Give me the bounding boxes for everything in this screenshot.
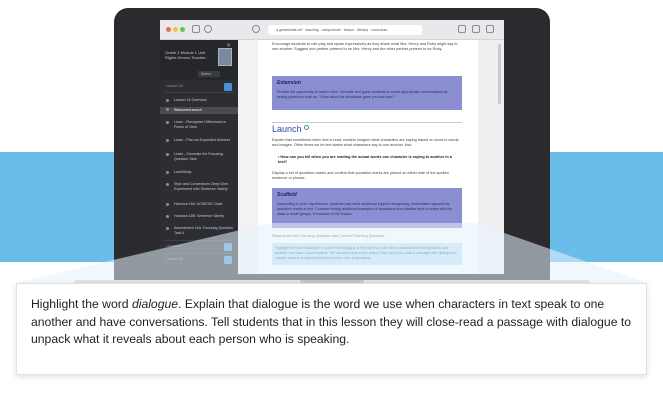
maximize-window-button[interactable] [180,27,185,32]
bullet-icon [166,203,169,206]
book-cover-thumbnail [218,48,232,66]
sidebar-item-learn-points-of-view[interactable]: Learn - Recognize Differences in Points … [160,120,238,129]
section-divider [272,122,462,123]
sidebar-item-label: Handout 16B: Sentence Variety [174,214,225,218]
scrollbar[interactable] [498,44,501,104]
sidebar-item-label: Learn - Generate the Focusing Question T… [174,152,223,161]
sidebar-item-assessment-16a[interactable]: Assessment 16A: Focusing Question Task 4 [160,226,238,235]
sidebar-item-label: Handout 16A: ACHIEVE Chart [174,202,223,206]
caption-text: Highlight the word dialogue. Explain tha… [31,296,632,349]
bullet-icon [166,183,169,186]
scaffold-heading: Scaffold [277,192,297,198]
shield-icon[interactable] [252,25,260,33]
divider [164,253,234,254]
launch-question: • How can you tell when you are reading … [278,155,452,165]
sidebar-item-label: Assessment 16A: Focusing Question Task 4 [174,226,233,235]
divider [164,240,234,241]
sidebar-toggle-icon[interactable] [192,25,200,33]
browser-toolbar: ● greatminds.net · teaching · components… [160,20,504,40]
highlighted-paragraph: Highlight the word dialogue. Explain tha… [272,243,462,265]
expand-icon[interactable] [224,243,232,251]
highlighted-text: Highlight the word dialogue. Explain tha… [275,246,457,260]
new-tab-icon[interactable] [472,25,480,33]
tabs-overview-icon[interactable] [486,25,494,33]
launch-display-note: Display a set of quotation marks and con… [272,171,449,181]
expand-icon[interactable] [224,83,232,91]
sidebar-item-overview[interactable]: Lesson 16 Overview [160,98,238,103]
bullet-icon [166,139,169,142]
bullet-icon [166,99,169,102]
bullet-icon [166,153,169,156]
caption-emphasis: dialogue [131,297,179,311]
close-icon[interactable]: ✕ [226,42,231,49]
bullet-icon [166,215,169,218]
lesson-content: Encourage students to role-play and spea… [258,40,478,274]
launch-heading-text: Launch [272,124,302,134]
select-dropdown[interactable]: Select [198,71,220,77]
launch-intro: Explain that sometimes when text is read… [272,138,459,148]
caption-box: Highlight the word dialogue. Explain tha… [16,283,647,375]
caption-before: Highlight the word [31,297,132,311]
bullet-icon [166,227,169,230]
share-icon[interactable] [458,25,466,33]
sidebar-item-learn-expanded-moment[interactable]: Learn - Plan an Expanded Moment [160,138,238,143]
bullet-icon [166,108,169,111]
sidebar-item-label: Learn - Recognize Differences in Points … [174,120,227,129]
promo-stage: ● greatminds.net · teaching · components… [0,0,663,413]
lesson-sidebar: Grade 2 Module 1 Unit Rights Heroes Teac… [160,40,238,274]
expand-icon[interactable] [224,256,232,264]
sidebar-lesson-next[interactable]: Lesson 17 [166,244,183,248]
launch-heading: Launch [272,124,309,134]
sidebar-item-style-conventions[interactable]: Style and Conventions Deep Dive: Experim… [160,182,238,191]
close-window-button[interactable] [166,27,171,32]
read-about-line: Read About the Focusing Question and Con… [272,234,385,238]
extension-body: Provide the opportunity to switch roles.… [277,90,448,99]
scaffold-callout: Scaffold Depending on prior experiences,… [272,188,462,228]
sidebar-item-label: Learn - Plan an Expanded Moment [174,138,230,142]
sidebar-item-land-wrap[interactable]: Land/Wrap [160,170,238,175]
laptop-screen: ● greatminds.net · teaching · components… [160,20,504,274]
back-icon[interactable] [204,25,212,33]
bullet-icon [166,121,169,124]
sidebar-item-label: Lesson 16 Overview [174,98,207,102]
minimize-window-button[interactable] [173,27,178,32]
sidebar-header: Grade 2 Module 1 Unit Rights Heroes Teac… [160,40,238,80]
sidebar-item-welcome-launch[interactable]: Welcome/Launch [160,107,238,114]
sidebar-lesson-later[interactable]: Lesson 18 [166,257,183,261]
sidebar-title: Grade 2 Module 1 Unit Rights Heroes Teac… [165,50,209,60]
extension-callout: Extension Provide the opportunity to swi… [272,76,462,110]
sidebar-item-handout-16a[interactable]: Handout 16A: ACHIEVE Chart [160,202,238,207]
divider [164,92,234,93]
intro-paragraph: Encourage students to role-play and spea… [272,42,458,52]
info-icon[interactable] [303,125,309,130]
scaffold-body: Depending on prior experiences, students… [277,202,453,216]
bullet-icon [166,171,169,174]
sidebar-lesson-previous[interactable]: Lesson 15 [166,84,183,88]
sidebar-item-learn-focusing-question[interactable]: Learn - Generate the Focusing Question T… [160,152,238,161]
sidebar-item-label: Welcome/Launch [174,108,202,112]
extension-heading: Extension [277,80,301,86]
sidebar-item-label: Land/Wrap [174,170,192,174]
sidebar-item-label: Style and Conventions Deep Dive: Experim… [174,182,229,191]
sidebar-item-handout-16b[interactable]: Handout 16B: Sentence Variety [160,214,238,219]
address-bar[interactable]: ● greatminds.net · teaching · components… [268,25,422,35]
